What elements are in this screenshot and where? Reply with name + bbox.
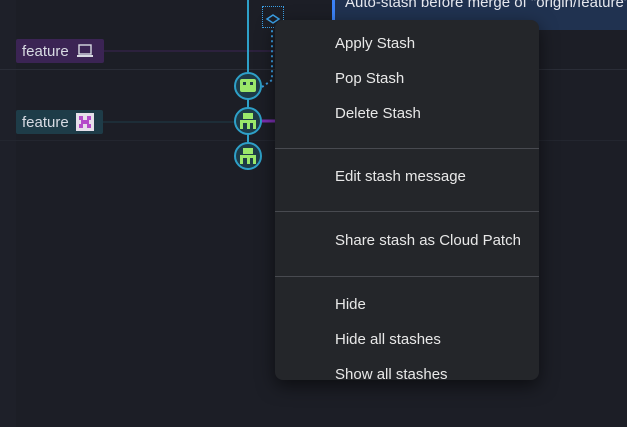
commit-node[interactable] xyxy=(234,107,262,135)
menu-item-show-all-stashes[interactable]: Show all stashes xyxy=(275,362,539,397)
avatar-icon xyxy=(75,113,94,131)
branch-name: feature xyxy=(22,113,69,131)
branch-label-feature-local[interactable]: feature xyxy=(16,39,104,63)
menu-separator xyxy=(275,276,539,277)
commit-node[interactable] xyxy=(234,72,262,100)
menu-item-share-cloud-patch[interactable]: Share stash as Cloud Patch xyxy=(275,228,539,263)
stash-connector xyxy=(261,28,273,88)
context-menu: Apply Stash Pop Stash Delete Stash Edit … xyxy=(275,20,539,383)
commit-node[interactable] xyxy=(234,142,262,170)
menu-separator xyxy=(275,148,539,149)
menu-item-hide[interactable]: Hide xyxy=(275,292,539,327)
menu-item-pop-stash[interactable]: Pop Stash xyxy=(275,66,539,101)
branch-label-feature-remote[interactable]: feature xyxy=(16,110,103,134)
stash-message: Auto-stash before merge of "origin/featu… xyxy=(345,0,627,11)
branch-name: feature xyxy=(22,42,69,60)
menu-separator xyxy=(275,211,539,212)
menu-item-hide-all-stashes[interactable]: Hide all stashes xyxy=(275,327,539,362)
laptop-icon xyxy=(76,44,93,57)
menu-item-edit-stash-message[interactable]: Edit stash message xyxy=(275,164,539,199)
menu-item-delete-stash[interactable]: Delete Stash xyxy=(275,101,539,136)
menu-item-apply-stash[interactable]: Apply Stash xyxy=(275,31,539,66)
